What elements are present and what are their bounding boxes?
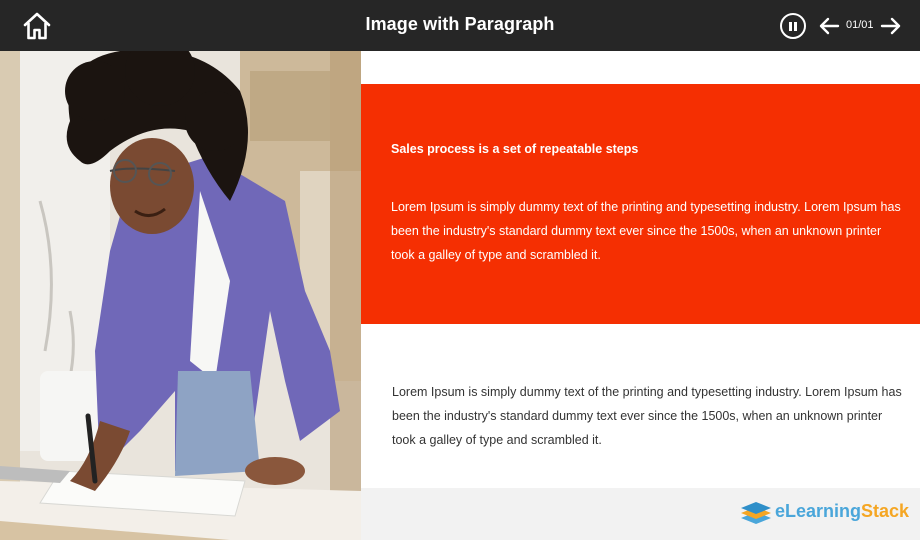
slide-counter: 01/01	[846, 19, 874, 31]
arrow-right-icon	[880, 17, 901, 35]
stack-logo-icon	[741, 502, 771, 524]
footer-bar: eLearningStack	[361, 488, 920, 540]
previous-button[interactable]	[818, 15, 840, 37]
brand-logo: eLearningStack	[739, 498, 911, 528]
woman-writing-photo	[0, 51, 361, 540]
brand-name-part2: Stack	[861, 501, 910, 521]
panel-heading: Sales process is a set of repeatable ste…	[391, 142, 639, 156]
brand-name-part1: eLearning	[775, 501, 862, 521]
arrow-left-icon	[819, 17, 840, 35]
body-paragraph: Lorem Ipsum is simply dummy text of the …	[392, 385, 902, 447]
highlight-panel: Sales process is a set of repeatable ste…	[361, 84, 920, 324]
top-bar: Image with Paragraph 01/01	[0, 0, 920, 51]
pause-button[interactable]	[780, 13, 806, 39]
panel-paragraph: Lorem Ipsum is simply dummy text of the …	[391, 200, 901, 262]
next-button[interactable]	[880, 15, 902, 37]
